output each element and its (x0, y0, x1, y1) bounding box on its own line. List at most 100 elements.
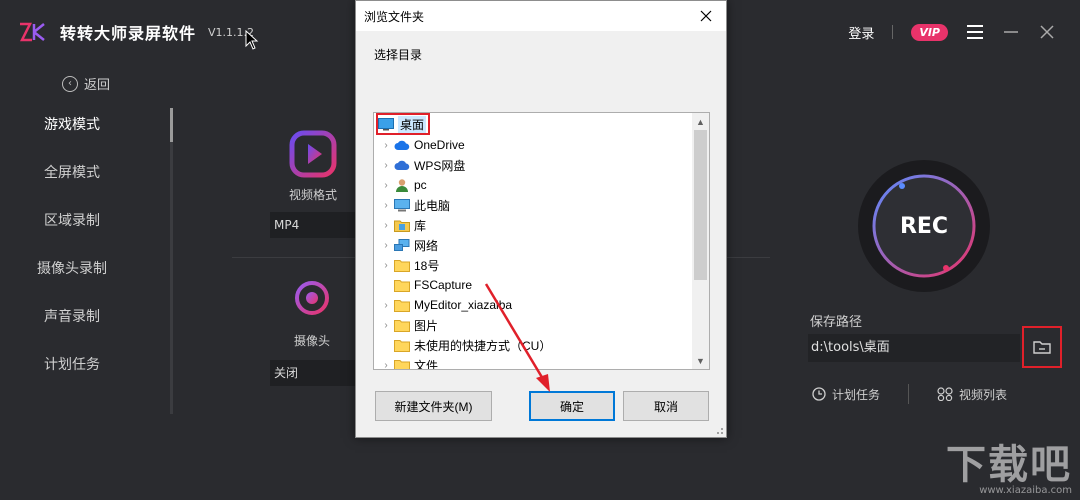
schedule-button[interactable]: 计划任务 (812, 386, 880, 403)
chevron-right-icon[interactable]: › (378, 300, 394, 311)
new-folder-button[interactable]: 新建文件夹(M) (375, 391, 492, 421)
tree-item[interactable]: 未使用的快捷方式（CU） (374, 335, 694, 355)
cloud-icon (394, 158, 410, 172)
tree-item-label: OneDrive (414, 138, 465, 152)
sidebar-item-game-mode[interactable]: 游戏模式 (0, 108, 172, 156)
tree-item[interactable]: › OneDrive (374, 135, 694, 155)
folder-open-icon (1033, 341, 1051, 354)
tree-item-label: MyEditor_xiazaiba (414, 298, 513, 312)
browse-folder-button[interactable] (1022, 326, 1062, 368)
tree-item[interactable]: › WPS网盘 (374, 155, 694, 175)
folder-icon (394, 258, 410, 272)
schedule-label: 计划任务 (832, 387, 881, 402)
sidebar-active-indicator (170, 108, 173, 142)
tree-item[interactable]: FSCapture (374, 275, 694, 295)
network-icon (394, 238, 410, 252)
tree-scrollbar[interactable]: ▲ ▼ (692, 113, 709, 369)
tree-item[interactable]: › 网络 (374, 235, 694, 255)
computer-icon (394, 198, 410, 212)
login-link[interactable]: 登录 (848, 23, 874, 42)
vip-badge[interactable]: VIP (911, 23, 948, 41)
menu-icon[interactable] (966, 23, 984, 41)
chevron-right-icon[interactable]: › (378, 240, 394, 251)
clock-icon (812, 387, 826, 401)
dialog-titlebar: 浏览文件夹 (356, 1, 726, 31)
video-format-icon (289, 130, 337, 178)
back-button[interactable]: ‹ 返回 (62, 74, 110, 93)
user-icon (394, 178, 410, 192)
tree-item[interactable]: › 图片 (374, 315, 694, 335)
chevron-right-icon[interactable]: › (378, 360, 394, 370)
chevron-right-icon[interactable]: › (378, 220, 394, 231)
tree-item-label: pc (414, 178, 427, 192)
chevron-right-icon[interactable]: › (378, 180, 394, 191)
tree-item-label: 网络 (414, 238, 439, 253)
resize-grip-icon[interactable] (714, 425, 724, 435)
highlight-box (376, 113, 430, 135)
chevron-right-icon[interactable]: › (378, 140, 394, 151)
grid-icon (937, 387, 953, 401)
tree-item[interactable]: › pc (374, 175, 694, 195)
logo-icon (19, 22, 45, 42)
rec-button[interactable]: REC (858, 160, 990, 292)
sidebar-item-schedule[interactable]: 计划任务 (0, 348, 172, 396)
save-path-label: 保存路径 (810, 315, 863, 330)
tree-item-label: 文件 (414, 358, 439, 370)
scroll-down-icon[interactable]: ▼ (692, 352, 709, 369)
video-list-button[interactable]: 视频列表 (937, 386, 1007, 403)
app-logo: 转转大师录屏软件 V1.1.1.2 (18, 20, 254, 44)
folder-tree-list: 桌面 › OneDrive › WPS网盘 › pc › 此电脑 › 库 › 网… (374, 113, 694, 370)
tree-item[interactable]: › 文件 (374, 355, 694, 370)
mouse-cursor-icon (245, 30, 259, 50)
tree-item[interactable]: › 18号 (374, 255, 694, 275)
close-icon[interactable] (1038, 23, 1056, 41)
sidebar-item-fullscreen[interactable]: 全屏模式 (0, 156, 172, 204)
watermark: 下载吧 www.xiazaiba.com (946, 445, 1072, 496)
ok-button[interactable]: 确定 (529, 391, 615, 421)
tree-item[interactable]: › MyEditor_xiazaiba (374, 295, 694, 315)
window-controls: 登录 VIP (848, 16, 1056, 48)
folder-tree[interactable]: 桌面 › OneDrive › WPS网盘 › pc › 此电脑 › 库 › 网… (373, 112, 710, 370)
save-path-field[interactable]: d:\tools\桌面 (808, 334, 1020, 362)
chevron-right-icon[interactable]: › (378, 200, 394, 211)
watermark-text: 下载吧 (946, 442, 1072, 488)
tree-item-label: 图片 (414, 318, 439, 333)
folder-icon (394, 298, 410, 312)
library-icon (394, 218, 410, 232)
video-format-label: 视频格式 (288, 188, 337, 202)
camera-feature: 摄像头 (292, 280, 332, 349)
tree-item-label: 18号 (414, 258, 440, 273)
tree-item-label: WPS网盘 (414, 158, 466, 173)
app-title: 转转大师录屏软件 (60, 24, 197, 43)
browse-folder-dialog: 浏览文件夹 选择目录 桌面 › OneDrive › WPS网盘 › pc › … (355, 0, 727, 438)
cancel-button[interactable]: 取消 (623, 391, 709, 421)
tree-item[interactable]: › 库 (374, 215, 694, 235)
webcam-icon (295, 281, 329, 323)
tree-item-label: FSCapture (414, 278, 473, 292)
tree-item-label: 此电脑 (414, 198, 451, 213)
video-list-label: 视频列表 (959, 387, 1008, 402)
chevron-right-icon[interactable]: › (378, 160, 394, 171)
chevron-right-icon[interactable]: › (378, 320, 394, 331)
tree-item[interactable]: › 此电脑 (374, 195, 694, 215)
folder-icon (394, 318, 410, 332)
video-format-select[interactable]: MP4 (270, 212, 366, 238)
tree-item-label: 库 (414, 218, 427, 233)
tree-item-label: 未使用的快捷方式（CU） (414, 338, 552, 353)
camera-label: 摄像头 (293, 334, 330, 348)
sidebar-item-audio[interactable]: 声音录制 (0, 300, 172, 348)
dialog-prompt: 选择目录 (374, 48, 423, 62)
divider (892, 25, 894, 39)
scrollbar-thumb[interactable] (694, 130, 707, 280)
chevron-right-icon[interactable]: › (378, 260, 394, 271)
minimize-icon[interactable] (1002, 23, 1020, 41)
video-format-feature: 视频格式 (287, 128, 339, 203)
back-label: 返回 (84, 78, 111, 93)
sidebar-nav: 游戏模式 全屏模式 区域录制 摄像头录制 声音录制 计划任务 (0, 108, 172, 396)
camera-select[interactable]: 关闭 (270, 360, 366, 386)
sidebar-item-camera[interactable]: 摄像头录制 (0, 252, 172, 300)
sidebar-item-region[interactable]: 区域录制 (0, 204, 172, 252)
scroll-up-icon[interactable]: ▲ (692, 113, 709, 130)
dialog-close-icon[interactable] (686, 1, 726, 31)
folder-icon (394, 338, 410, 352)
